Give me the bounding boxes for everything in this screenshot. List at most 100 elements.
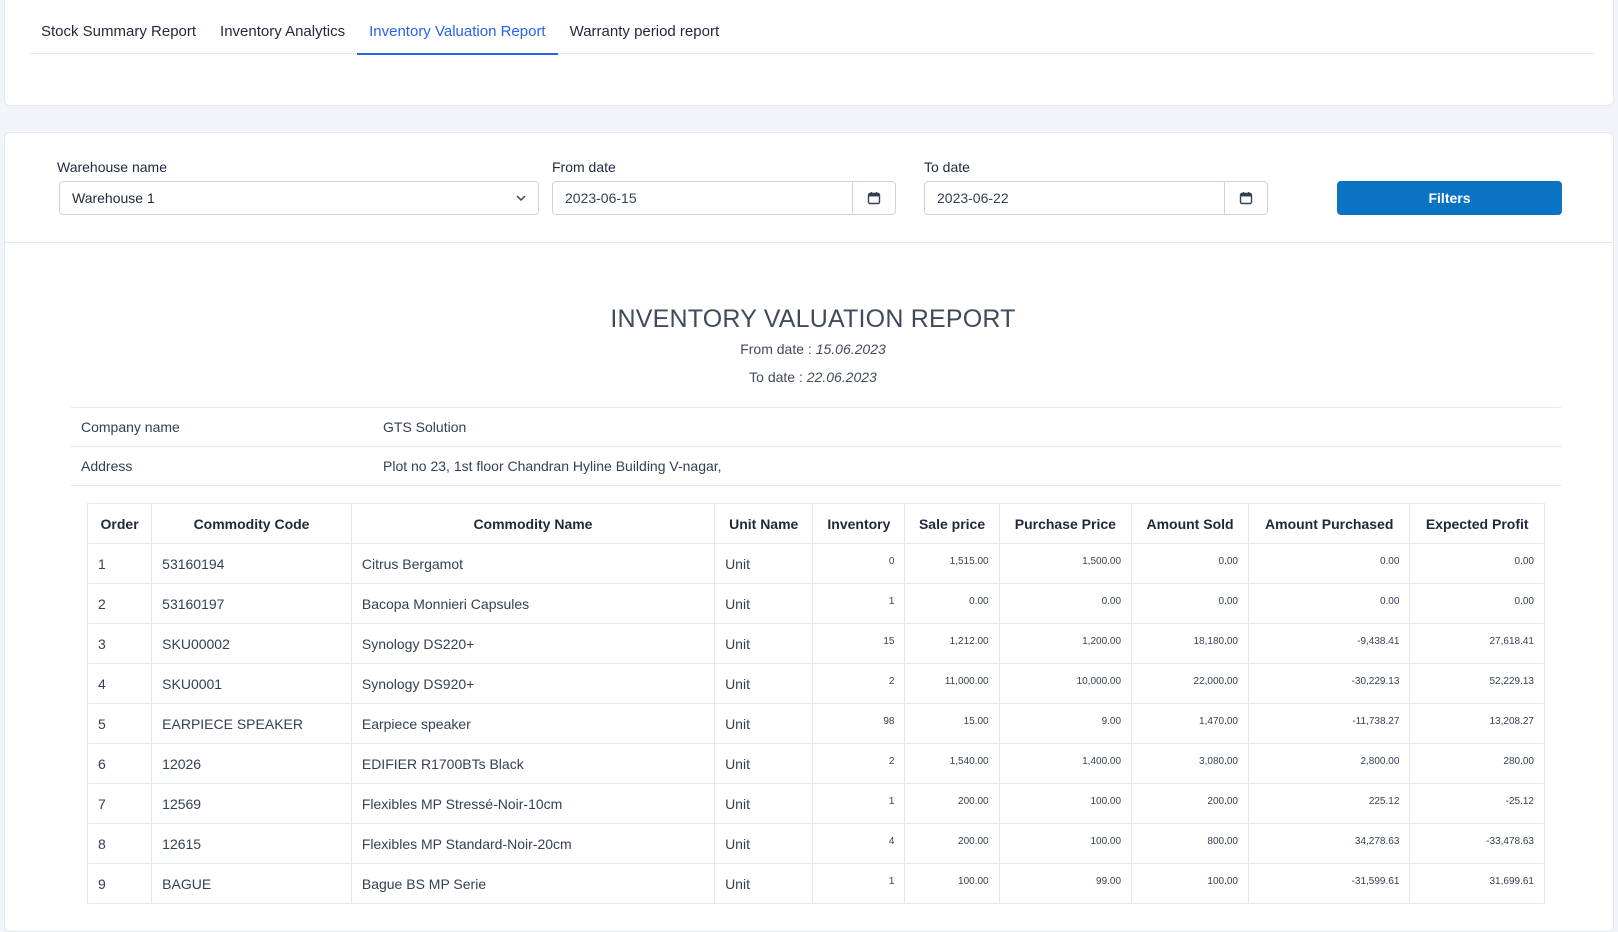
from-date-value: 15.06.2023 [815,341,886,357]
cell-expected-profit: 31,699.61 [1409,863,1545,904]
cell-commodity-code: SKU0001 [151,663,352,704]
cell-expected-profit: 280.00 [1409,743,1545,784]
cell-expected-profit: 0.00 [1409,543,1545,584]
to-date-label: To date [924,159,970,175]
cell-inventory: 2 [812,743,906,784]
cell-amount-purchased: 0.00 [1247,583,1411,624]
report-card: Warehouse name Warehouse 1 From date 202… [4,132,1614,932]
cell-unit-name: Unit [714,543,814,584]
cell-order: 1 [86,543,153,584]
cell-unit-name: Unit [714,663,814,704]
cell-purchase-price: 100.00 [998,823,1133,864]
cell-unit-name: Unit [714,623,814,664]
from-date-field[interactable]: 2023-06-15 [552,181,896,215]
report-tabs-card: Stock Summary Report Inventory Analytics… [4,0,1614,106]
to-date-prefix: To date : [749,369,803,385]
report-from-date: From date : 15.06.2023 [43,341,1583,357]
cell-expected-profit: 52,229.13 [1409,663,1545,704]
cell-amount-sold: 18,180.00 [1131,623,1249,664]
cell-unit-name: Unit [714,823,814,864]
cell-expected-profit: 0.00 [1409,583,1545,624]
calendar-icon[interactable] [1225,182,1267,214]
cell-inventory: 15 [812,623,906,664]
table-body: 1 53160194 Citrus Bergamot Unit 0 1,515.00 1,5… [86,543,1545,904]
warehouse-select-value: Warehouse 1 [72,190,155,206]
column-header-expected-profit: Expected Profit [1409,503,1545,544]
cell-purchase-price: 1,400.00 [998,743,1133,784]
table-row: 4 SKU0001 Synology DS920+ Unit 2 11,000.00 10,… [86,663,1545,704]
cell-commodity-code: 53160197 [151,583,352,624]
cell-purchase-price: 0.00 [998,583,1133,624]
column-header-unit-name: Unit Name [714,503,814,544]
cell-unit-name: Unit [714,703,814,744]
cell-purchase-price: 100.00 [998,783,1133,824]
tab-stock-summary-report[interactable]: Stock Summary Report [29,12,208,54]
from-date-input[interactable]: 2023-06-15 [553,182,853,214]
cell-commodity-name: Earpiece speaker [350,703,716,744]
cell-amount-sold: 800.00 [1131,823,1249,864]
tab-warranty-period-report[interactable]: Warranty period report [558,12,732,54]
column-header-commodity-code: Commodity Code [151,503,352,544]
cell-commodity-code: 12615 [151,823,352,864]
cell-commodity-name: Citrus Bergamot [350,543,716,584]
cell-amount-sold: 100.00 [1131,863,1249,904]
filters-button[interactable]: Filters [1337,181,1562,215]
cell-purchase-price: 99.00 [998,863,1133,904]
table-row: 1 53160194 Citrus Bergamot Unit 0 1,515.00 1,5… [86,543,1545,584]
cell-amount-purchased: 2,800.00 [1247,743,1411,784]
cell-amount-purchased: 0.00 [1247,543,1411,584]
column-header-inventory: Inventory [812,503,906,544]
warehouse-select[interactable]: Warehouse 1 [59,181,539,215]
cell-order: 9 [86,863,153,904]
cell-amount-sold: 0.00 [1131,583,1249,624]
cell-commodity-code: 12569 [151,783,352,824]
cell-unit-name: Unit [714,863,814,904]
valuation-table: Order Commodity Code Commodity Name Unit Na… [86,503,1545,904]
cell-order: 5 [86,703,153,744]
cell-commodity-code: SKU00002 [151,623,352,664]
calendar-icon[interactable] [853,182,895,214]
column-header-amount-sold: Amount Sold [1131,503,1249,544]
to-date-input[interactable]: 2023-06-22 [925,182,1225,214]
filter-bar: Warehouse name Warehouse 1 From date 202… [5,133,1613,243]
cell-commodity-name: Bacopa Monnieri Capsules [350,583,716,624]
cell-inventory: 1 [812,783,906,824]
address-label: Address [81,458,133,474]
column-header-amount-purchased: Amount Purchased [1247,503,1411,544]
cell-commodity-name: Flexibles MP Standard-Noir-20cm [350,823,716,864]
cell-amount-sold: 22,000.00 [1131,663,1249,704]
table-row: 7 12569 Flexibles MP Stressé-Noir-10cm Unit… [86,783,1545,824]
table-row: 5 EARPIECE SPEAKER Earpiece speaker Unit 98 1… [86,703,1545,744]
column-header-purchase-price: Purchase Price [998,503,1133,544]
to-date-value: 22.06.2023 [806,369,877,385]
cell-amount-sold: 200.00 [1131,783,1249,824]
cell-commodity-code: BAGUE [151,863,352,904]
table-row: 3 SKU00002 Synology DS220+ Unit 15 1,212.00 1,… [86,623,1545,664]
cell-purchase-price: 10,000.00 [998,663,1133,704]
table-row: 8 12615 Flexibles MP Standard-Noir-20cm Uni… [86,823,1545,864]
cell-order: 3 [86,623,153,664]
table-header: Order Commodity Code Commodity Name Unit Na… [86,503,1545,544]
cell-inventory: 98 [812,703,906,744]
tab-inventory-analytics[interactable]: Inventory Analytics [208,12,357,54]
column-header-order: Order [86,503,153,544]
chevron-down-icon [516,195,526,202]
cell-sale-price: 200.00 [904,823,1000,864]
warehouse-label: Warehouse name [57,159,167,175]
cell-amount-sold: 3,080.00 [1131,743,1249,784]
cell-order: 2 [86,583,153,624]
cell-commodity-name: Synology DS920+ [350,663,716,704]
to-date-field[interactable]: 2023-06-22 [924,181,1268,215]
cell-purchase-price: 1,200.00 [998,623,1133,664]
cell-sale-price: 1,212.00 [904,623,1000,664]
cell-amount-sold: 1,470.00 [1131,703,1249,744]
cell-sale-price: 0.00 [904,583,1000,624]
cell-amount-sold: 0.00 [1131,543,1249,584]
cell-inventory: 4 [812,823,906,864]
tab-inventory-valuation-report[interactable]: Inventory Valuation Report [357,12,558,55]
table-row: 6 12026 EDIFIER R1700BTs Black Unit 2 1,540.0… [86,743,1545,784]
cell-sale-price: 1,515.00 [904,543,1000,584]
cell-commodity-name: Synology DS220+ [350,623,716,664]
cell-amount-purchased: -31,599.61 [1247,863,1411,904]
cell-order: 6 [86,743,153,784]
